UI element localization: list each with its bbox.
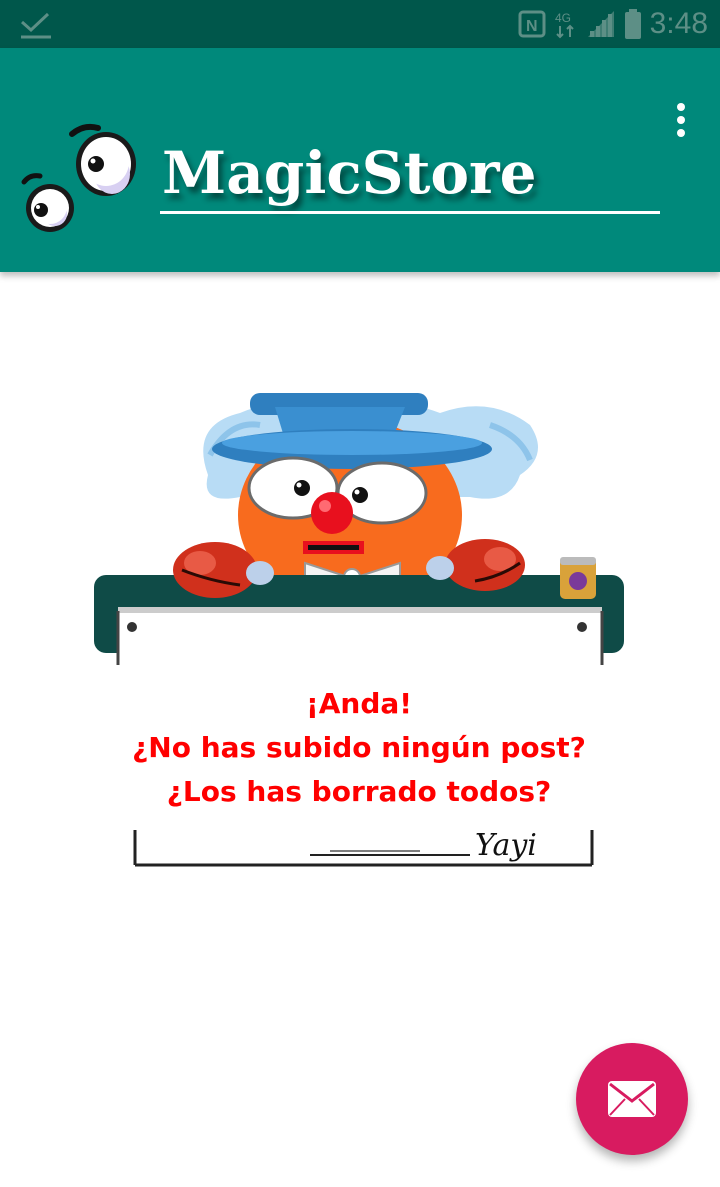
message-line-1: ¡Anda! [305, 687, 413, 720]
network-label: 4G [555, 11, 571, 25]
status-icons: N 4G 3:48 [518, 6, 708, 42]
signal-icon [587, 11, 614, 37]
eyes-logo [21, 123, 136, 232]
status-bar: N 4G 3:48 [0, 0, 720, 48]
battery-icon [624, 9, 641, 39]
app-title: MagicStore [162, 139, 537, 207]
status-time: 3:48 [649, 7, 708, 40]
compose-mail-button[interactable] [576, 1043, 688, 1155]
empty-state-message: ¡Anda! ¿No has subido ningún post? ¿Los … [120, 682, 598, 814]
mail-icon [608, 1081, 656, 1117]
message-line-3: ¿Los has borrado todos? [166, 775, 552, 808]
signature: Yayi [475, 828, 537, 863]
more-vert-icon[interactable] [672, 102, 690, 138]
title-underline [160, 211, 660, 214]
nfc-icon: N [518, 10, 546, 38]
message-line-2: ¿No has subido ningún post? [132, 731, 586, 764]
svg-text:N: N [526, 18, 538, 35]
lte-icon: 4G [555, 11, 574, 39]
check-icon [21, 12, 51, 39]
